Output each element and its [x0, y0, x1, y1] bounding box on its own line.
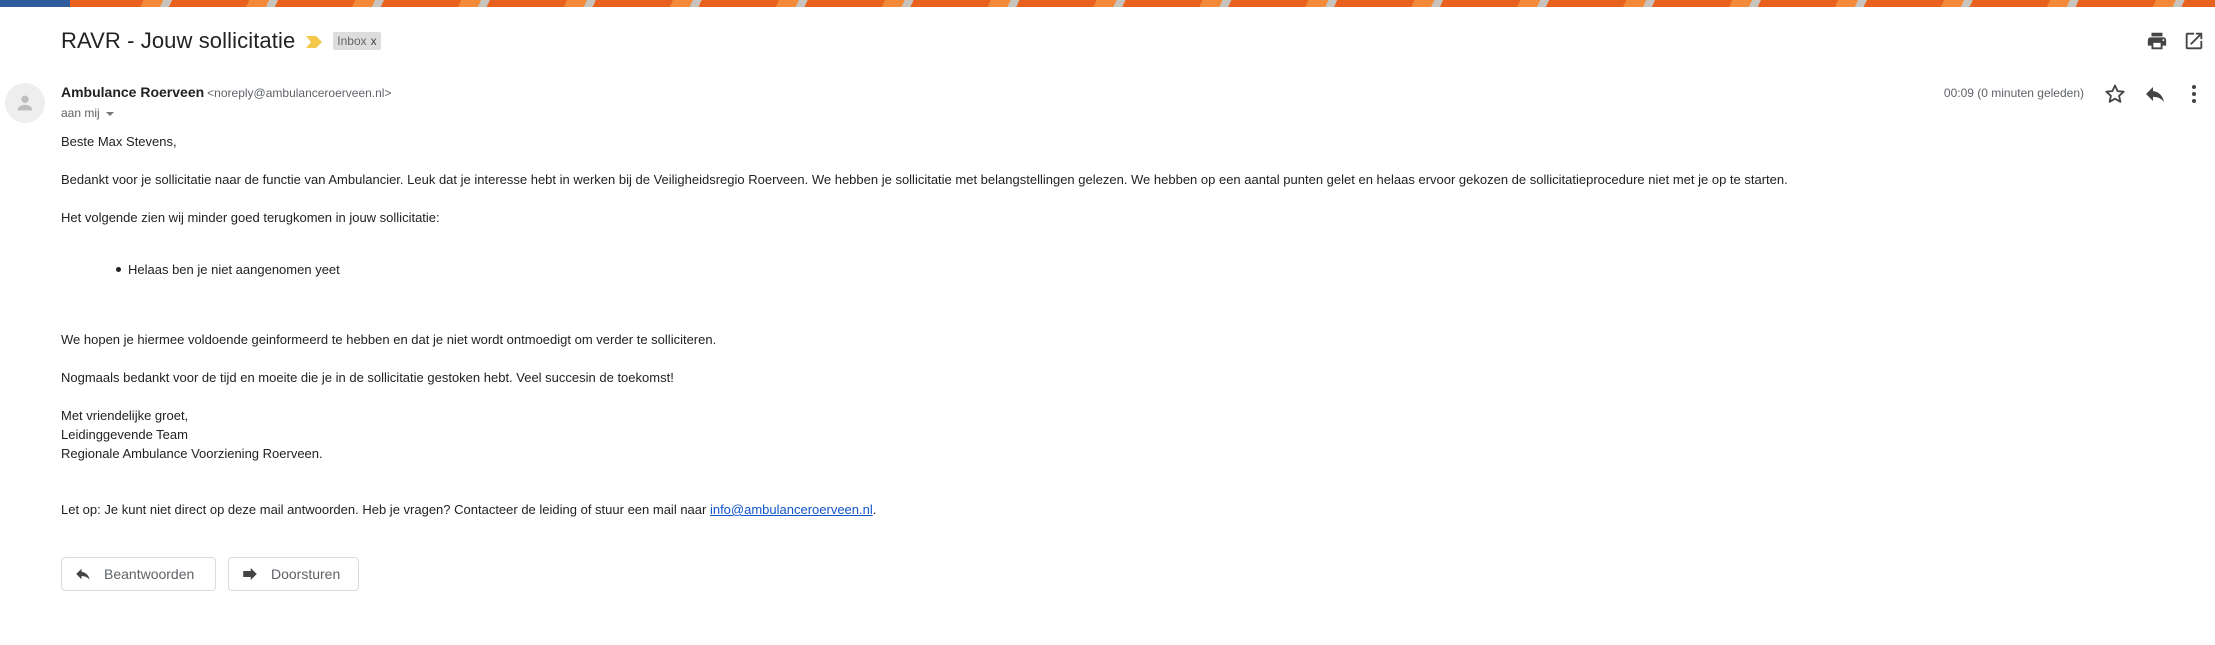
reply-note-end: . [872, 502, 877, 517]
print-icon[interactable] [2146, 30, 2168, 52]
email-paragraph-1: Bedankt voor je sollicitatie naar de fun… [61, 172, 1788, 187]
list-item-text: Helaas ben je niet aangenomen yeet [128, 262, 340, 277]
closing-line-3: Regionale Ambulance Voorziening Roerveen… [61, 446, 323, 461]
email-subject: RAVR - Jouw sollicitatie [61, 28, 296, 53]
email-greeting: Beste Max Stevens, [61, 134, 177, 149]
sender-line: Ambulance Roerveen <noreply@ambulanceroer… [61, 84, 391, 100]
remove-label-button[interactable]: x [371, 34, 377, 48]
closing-line-1: Met vriendelijke groet, [61, 408, 189, 423]
forward-button-label: Doorsturen [271, 566, 341, 582]
reply-note-text: Let op: Je kunt niet direct op deze mail… [61, 502, 710, 517]
sender-avatar [5, 83, 45, 123]
header-banner-image [0, 0, 2215, 7]
email-paragraph-4: Nogmaals bedankt voor de tijd en moeite … [61, 370, 674, 385]
recipient-label: aan mij [61, 106, 100, 120]
sender-email: <noreply@ambulanceroerveen.nl> [207, 86, 392, 100]
email-paragraph-3: We hopen je hiermee voldoende geinformee… [61, 332, 717, 347]
reply-button[interactable]: Beantwoorden [61, 557, 216, 591]
inbox-label-chip: Inbox x [333, 32, 381, 50]
email-timestamp: 00:09 (0 minuten geleden) [1943, 86, 2084, 100]
reply-icon [76, 568, 90, 580]
reply-button-label: Beantwoorden [104, 566, 195, 582]
closing-line-2: Leidinggevende Team [61, 427, 188, 442]
star-icon[interactable] [2103, 82, 2127, 106]
email-paragraph-2: Het volgende zien wij minder goed terugk… [61, 210, 440, 225]
chevron-down-icon[interactable] [105, 111, 114, 116]
list-item: Helaas ben je niet aangenomen yeet [116, 262, 340, 277]
sender-name[interactable]: Ambulance Roerveen [61, 84, 204, 100]
contact-email-link[interactable]: info@ambulanceroerveen.nl [710, 502, 873, 517]
subject-row: RAVR - Jouw sollicitatie Inbox x [61, 26, 381, 56]
forward-icon [243, 568, 257, 580]
bullet-icon [116, 267, 121, 272]
forward-button[interactable]: Doorsturen [228, 557, 359, 591]
recipient-details-toggle[interactable]: aan mij [61, 106, 114, 120]
open-in-new-window-icon[interactable] [2183, 30, 2205, 52]
label-text: Inbox [337, 34, 367, 48]
reply-note: Let op: Je kunt niet direct op deze mail… [61, 502, 876, 517]
importance-marker-icon[interactable] [306, 36, 323, 48]
more-vertical-icon[interactable] [2182, 82, 2206, 106]
person-icon [17, 95, 33, 111]
reply-icon[interactable] [2143, 82, 2167, 106]
